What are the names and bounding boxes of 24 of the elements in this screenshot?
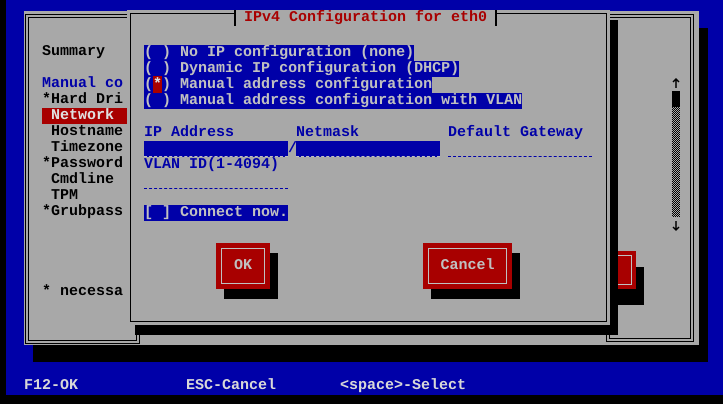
checkbox[interactable]: [ ] [144, 204, 172, 221]
field-label: VLAN ID(1-4094) [144, 157, 280, 173]
radio-option[interactable]: ( ) No IP configuration (none) [144, 45, 414, 61]
section-heading: Manual co [42, 76, 124, 92]
radio-option[interactable]: ( ) Dynamic IP configuration (DHCP) [144, 61, 460, 77]
status-hint: ESC-Cancel [186, 378, 278, 394]
radio-button[interactable]: ( ) [144, 92, 172, 109]
field-label: Netmask [296, 125, 360, 141]
field-label: Default Gateway [448, 125, 584, 141]
radio-button[interactable]: ( ) [144, 44, 172, 61]
field-label: IP Address [144, 125, 236, 141]
separator-text: / [288, 141, 298, 157]
radio-option[interactable]: (*) Manual address configuration [144, 77, 432, 93]
checkbox-option[interactable]: [ ] Connect now. [144, 205, 288, 221]
input-field[interactable] [144, 141, 288, 157]
radio-button[interactable]: (*) [144, 76, 172, 93]
scrollbar[interactable] [671, 78, 681, 232]
status-hint: <space>-Select [340, 378, 466, 394]
input-field[interactable] [296, 141, 440, 157]
radio-button[interactable]: ( ) [144, 60, 172, 77]
radio-option[interactable]: ( ) Manual address configuration with VLAN [144, 93, 522, 109]
status-hint: F12-OK [24, 378, 80, 394]
footnote-text: * necessa [42, 284, 124, 300]
dialog-title: IPv4 Configuration for eth0 [234, 10, 498, 26]
